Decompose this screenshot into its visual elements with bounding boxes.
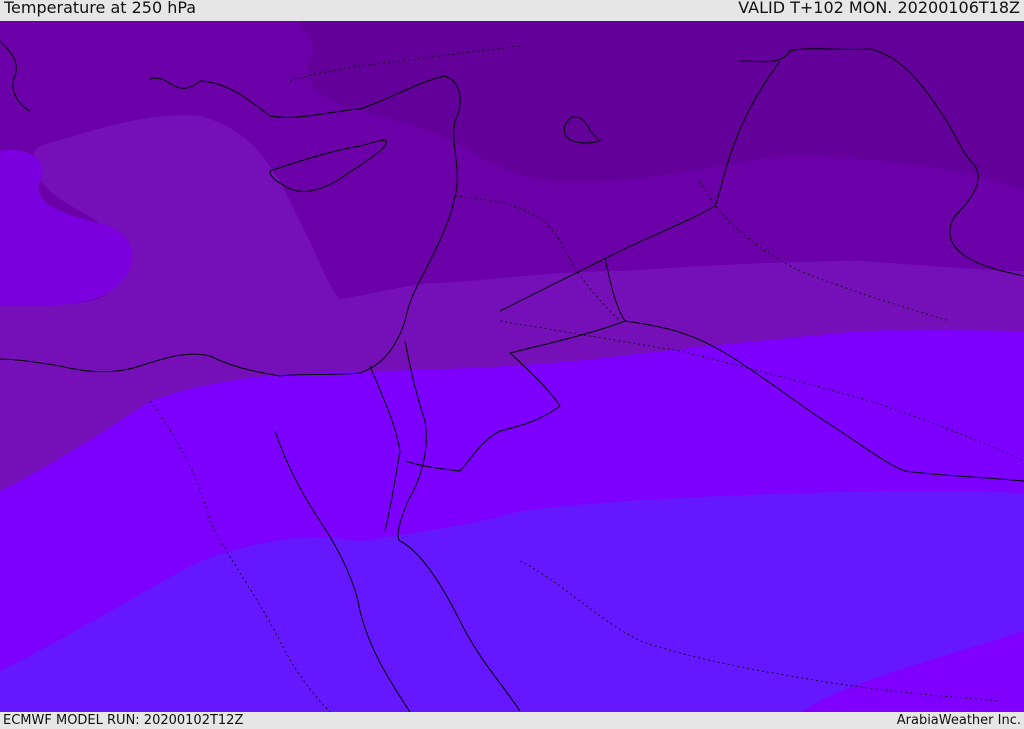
map-title: Temperature at 250 hPa <box>4 0 197 17</box>
model-run: ECMWF MODEL RUN: 20200102T12Z <box>3 713 244 728</box>
valid-time: VALID T+102 MON. 20200106T18Z <box>738 0 1020 17</box>
header-bar: Temperature at 250 hPa VALID T+102 MON. … <box>0 0 1024 21</box>
credit: ArabiaWeather Inc. <box>896 713 1021 728</box>
temperature-field-svg <box>0 21 1024 712</box>
footer-bar: ECMWF MODEL RUN: 20200102T12Z ArabiaWeat… <box>0 712 1024 729</box>
weather-map[interactable] <box>0 21 1024 712</box>
